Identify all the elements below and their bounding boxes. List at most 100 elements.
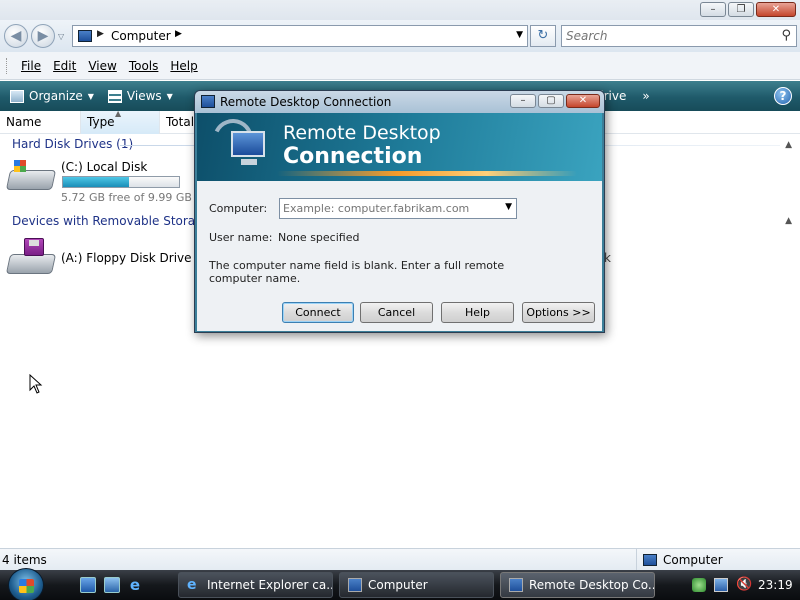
group-collapse-icon[interactable]: ▲ xyxy=(785,216,792,226)
status-location: Computer xyxy=(663,553,723,567)
sort-arrow-icon: ▲ xyxy=(115,109,122,118)
organize-button[interactable]: Organize ▼ xyxy=(6,89,104,103)
network-icon[interactable] xyxy=(714,578,728,592)
hidden-item-label: k xyxy=(604,251,611,265)
taskbar-item-computer[interactable]: Computer xyxy=(339,572,494,598)
windows-logo-icon xyxy=(19,579,34,593)
help-icon[interactable]: ? xyxy=(774,87,792,105)
chevron-down-icon[interactable]: ▼ xyxy=(505,202,512,212)
cancel-button[interactable]: Cancel xyxy=(360,302,433,323)
computer-input[interactable] xyxy=(283,200,493,217)
refresh-icon: ↻ xyxy=(537,28,549,43)
dialog-close-button[interactable]: ✕ xyxy=(566,94,600,108)
floppy-disk-icon xyxy=(24,238,44,256)
chevron-down-icon: ▼ xyxy=(87,91,94,101)
taskbar-item-label: Remote Desktop Co... xyxy=(529,578,655,592)
column-header-type-label: Type xyxy=(87,115,115,129)
remote-desktop-dialog: Remote Desktop Connection – ▢ ✕ Remote D… xyxy=(194,90,605,333)
address-row: ◀ ▶ ▽ ▶ Computer ▶ ▼ ↻ ⚲ xyxy=(0,20,800,52)
show-desktop-icon[interactable] xyxy=(80,577,96,593)
menu-grip xyxy=(6,57,9,74)
taskbar-item-label: Computer xyxy=(368,578,428,592)
hard-disk-icon xyxy=(5,160,57,194)
drive-name: (C:) Local Disk xyxy=(61,160,148,174)
toolbar-overflow-button[interactable]: » xyxy=(642,89,649,103)
address-location[interactable]: Computer xyxy=(111,29,171,43)
maximize-button[interactable]: ❐ xyxy=(728,2,754,17)
menu-help[interactable]: Help xyxy=(164,59,203,73)
back-arrow-icon: ◀ xyxy=(10,28,22,44)
views-button[interactable]: Views ▼ xyxy=(104,89,183,103)
taskbar-item-remote-desktop[interactable]: Remote Desktop Co... xyxy=(500,572,655,598)
mouse-cursor-icon xyxy=(29,374,43,394)
group-collapse-icon[interactable]: ▲ xyxy=(785,140,792,150)
search-box[interactable]: ⚲ xyxy=(561,25,797,47)
remote-desktop-icon xyxy=(509,578,523,592)
dialog-titlebar[interactable]: Remote Desktop Connection – ▢ ✕ xyxy=(195,91,604,113)
menu-tools[interactable]: Tools xyxy=(123,59,165,73)
computer-icon xyxy=(78,30,92,42)
views-icon xyxy=(107,89,122,103)
refresh-button[interactable]: ↻ xyxy=(530,25,556,47)
tray-clock[interactable]: 23:19 xyxy=(758,578,793,592)
group-header-hard-disk-drives[interactable]: Hard Disk Drives (1) xyxy=(12,137,133,151)
organize-label: Organize xyxy=(29,89,83,103)
taskbar: e e Internet Explorer ca... Computer Rem… xyxy=(0,568,800,600)
banner-title-line2: Connection xyxy=(283,144,423,169)
remote-desktop-icon xyxy=(201,95,215,108)
organize-icon xyxy=(10,89,24,103)
address-dropdown-icon[interactable]: ▼ xyxy=(516,30,523,40)
security-center-icon[interactable] xyxy=(692,578,706,592)
search-input[interactable] xyxy=(566,27,766,45)
column-header-type[interactable]: Type ▲ xyxy=(81,109,160,134)
computer-combobox[interactable]: ▼ xyxy=(279,198,517,219)
banner-swoosh xyxy=(277,171,577,176)
search-icon[interactable]: ⚲ xyxy=(781,28,791,43)
help-button[interactable]: Help xyxy=(441,302,514,323)
username-label: User name: xyxy=(209,231,273,244)
username-value: None specified xyxy=(278,231,360,244)
breadcrumb-chevron-icon[interactable]: ▶ xyxy=(97,29,104,39)
dialog-body: Computer: ▼ User name: None specified Th… xyxy=(197,181,602,331)
menu-view[interactable]: View xyxy=(82,59,122,73)
volume-muted-icon[interactable]: 🔇 xyxy=(736,578,752,592)
menu-bar: File Edit View Tools Help xyxy=(0,52,800,80)
internet-explorer-icon[interactable]: e xyxy=(127,577,143,593)
capacity-bar-fill xyxy=(63,177,130,187)
banner-title-line1: Remote Desktop xyxy=(283,122,441,144)
dialog-minimize-button[interactable]: – xyxy=(510,94,536,108)
views-label: Views xyxy=(126,89,162,103)
explorer-titlebar[interactable]: – ❐ ✕ xyxy=(0,0,800,20)
connect-button[interactable]: Connect xyxy=(282,302,354,323)
computer-label: Computer: xyxy=(209,202,268,215)
start-button[interactable] xyxy=(8,568,44,600)
switch-windows-icon[interactable] xyxy=(104,577,120,593)
dialog-banner: Remote Desktop Connection xyxy=(197,113,602,181)
options-button[interactable]: Options >> xyxy=(522,302,595,323)
menu-edit[interactable]: Edit xyxy=(47,59,82,73)
validation-message: The computer name field is blank. Enter … xyxy=(209,259,505,285)
computer-icon xyxy=(348,578,362,592)
breadcrumb-chevron-icon[interactable]: ▶ xyxy=(175,29,182,39)
minimize-button[interactable]: – xyxy=(700,2,726,17)
windows-flag-icon xyxy=(14,160,26,172)
recent-pages-dropdown[interactable]: ▽ xyxy=(58,32,64,41)
close-button[interactable]: ✕ xyxy=(756,2,796,17)
system-tray: 🔇 23:19 xyxy=(686,570,800,600)
column-header-name[interactable]: Name xyxy=(0,111,81,134)
computer-icon xyxy=(643,554,657,566)
forward-arrow-icon: ▶ xyxy=(37,28,49,44)
address-bar[interactable]: ▶ Computer ▶ ▼ xyxy=(72,25,528,47)
forward-button[interactable]: ▶ xyxy=(31,24,55,48)
dialog-title: Remote Desktop Connection xyxy=(220,95,392,109)
taskbar-item-label: Internet Explorer ca... xyxy=(207,578,333,592)
back-button[interactable]: ◀ xyxy=(4,24,28,48)
dialog-maximize-button[interactable]: ▢ xyxy=(538,94,564,108)
capacity-text: 5.72 GB free of 9.99 GB xyxy=(61,191,192,204)
drive-name: (A:) Floppy Disk Drive xyxy=(61,251,192,265)
floppy-drive-icon xyxy=(5,238,57,274)
taskbar-item-internet-explorer[interactable]: e Internet Explorer ca... xyxy=(178,572,333,598)
chevron-down-icon: ▼ xyxy=(166,91,173,101)
menu-file[interactable]: File xyxy=(15,59,47,73)
status-item-count: 4 items xyxy=(2,553,47,567)
